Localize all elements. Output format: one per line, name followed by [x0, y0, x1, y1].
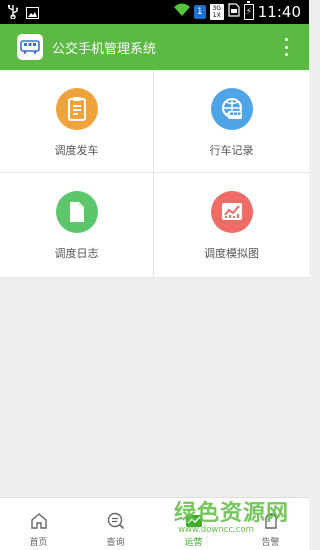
- tile-dispatch[interactable]: 调度发车: [0, 70, 154, 173]
- sim-icon: 1: [193, 4, 206, 19]
- app-title: 公交手机管理系统: [52, 42, 157, 57]
- sd-card-icon: [228, 2, 240, 21]
- dispatch-clipboard-icon: [55, 88, 98, 130]
- app-bar: 公交手机管理系统: [0, 24, 309, 70]
- image-icon: [26, 4, 39, 23]
- status-bar: 1 3G 1X ⚡ 11:40: [0, 0, 309, 24]
- bus-globe-icon: [210, 88, 253, 130]
- status-time: 11:40: [257, 2, 301, 21]
- usb-icon: [8, 4, 18, 23]
- tile-dispatch-simulation[interactable]: 调度模拟图: [154, 173, 309, 278]
- wifi-icon: [173, 2, 190, 21]
- home-icon: [29, 511, 49, 531]
- watermark-en: www.downcc.com: [178, 525, 254, 535]
- tile-label: 调度模拟图: [204, 247, 259, 260]
- tile-dispatch-log[interactable]: 调度日志: [0, 173, 154, 278]
- more-vertical-icon[interactable]: [281, 38, 291, 56]
- watermark: 绿色资源网 www.downcc.com: [174, 495, 309, 545]
- nav-label: 首页: [29, 538, 48, 548]
- watermark-cn: 绿色资源网: [174, 501, 290, 526]
- nav-search[interactable]: 查询: [77, 498, 154, 550]
- network-top-label: 3G: [212, 4, 221, 12]
- search-icon: [106, 511, 126, 531]
- network-bottom-label: 1X: [212, 11, 221, 19]
- simulation-chart-icon: [210, 191, 253, 233]
- network-3g-icon: 3G 1X: [209, 3, 224, 20]
- bus-icon: [17, 34, 43, 60]
- function-grid: 调度发车 行车记录 调度日志 调度模拟图: [0, 70, 309, 278]
- nav-label: 查询: [106, 538, 125, 548]
- tile-label: 调度日志: [54, 247, 99, 260]
- tile-label: 调度发车: [54, 144, 99, 157]
- nav-home[interactable]: 首页: [0, 498, 77, 550]
- tile-driving-record[interactable]: 行车记录: [154, 70, 309, 173]
- log-document-icon: [55, 191, 98, 233]
- tile-label: 行车记录: [209, 144, 254, 157]
- battery-icon: ⚡: [243, 0, 254, 20]
